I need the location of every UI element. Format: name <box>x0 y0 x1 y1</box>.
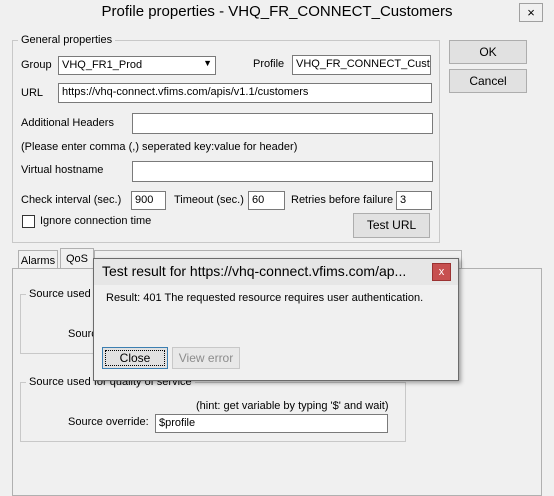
variable-hint: (hint: get variable by typing '$' and wa… <box>196 400 389 412</box>
profile-input[interactable]: VHQ_FR_CONNECT_Custo <box>292 55 431 75</box>
group-label: Group <box>21 59 52 71</box>
timeout-input[interactable]: 60 <box>248 191 285 210</box>
source-override-label: Source override: <box>68 416 149 428</box>
source-override-input[interactable]: $profile <box>155 414 388 433</box>
headers-hint: (Please enter comma (,) seperated key:va… <box>21 141 298 153</box>
url-input[interactable]: https://vhq-connect.vfims.com/apis/v1.1/… <box>58 83 432 103</box>
additional-headers-label: Additional Headers <box>21 117 114 129</box>
test-result-title: Test result for https://vhq-connect.vfim… <box>102 263 407 279</box>
view-error-button[interactable]: View error <box>172 347 240 369</box>
virtual-hostname-label: Virtual hostname <box>21 164 104 176</box>
chevron-down-icon: ▼ <box>203 58 212 68</box>
group-select-value: VHQ_FR1_Prod <box>62 59 143 71</box>
ignore-connection-time-label: Ignore connection time <box>40 215 152 227</box>
timeout-label: Timeout (sec.) <box>174 194 244 206</box>
source-used-group <box>20 294 102 354</box>
tab-alarms[interactable]: Alarms <box>18 250 58 269</box>
test-url-button[interactable]: Test URL <box>353 213 430 238</box>
check-interval-label: Check interval (sec.) <box>21 194 122 206</box>
close-button[interactable]: Close <box>102 347 168 369</box>
window-title: Profile properties - VHQ_FR_CONNECT_Cust… <box>101 3 453 20</box>
window-close-button[interactable]: × <box>519 3 543 22</box>
cancel-button[interactable]: Cancel <box>449 69 527 93</box>
ignore-connection-time-checkbox[interactable] <box>22 215 35 228</box>
check-interval-input[interactable]: 900 <box>131 191 166 210</box>
test-result-message: Result: 401 The requested resource requi… <box>106 292 424 304</box>
ok-button[interactable]: OK <box>449 40 527 64</box>
test-result-dialog: Test result for https://vhq-connect.vfim… <box>93 258 459 381</box>
qos-source-group <box>20 382 406 442</box>
profile-label: Profile <box>253 58 285 70</box>
retries-input[interactable]: 3 <box>396 191 432 210</box>
test-result-close-icon[interactable]: x <box>432 263 451 281</box>
additional-headers-input[interactable] <box>132 113 433 134</box>
tab-qos[interactable]: QoS <box>60 248 94 270</box>
virtual-hostname-input[interactable] <box>132 161 433 182</box>
general-properties-legend: General properties <box>18 34 116 46</box>
source-used-legend: Source used <box>26 288 94 300</box>
group-select[interactable]: VHQ_FR1_Prod ▼ <box>58 56 216 75</box>
url-label: URL <box>21 87 44 99</box>
retries-label: Retries before failure <box>291 194 394 206</box>
